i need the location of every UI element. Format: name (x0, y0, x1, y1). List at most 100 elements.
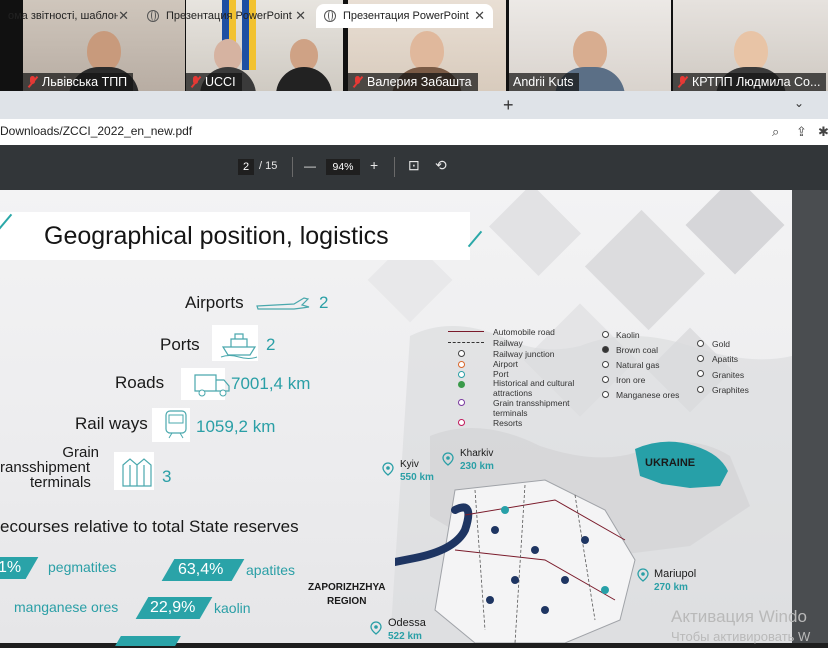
iron-ore-icon (602, 376, 609, 383)
manganese-ores-icon (602, 391, 609, 398)
resource-name: kaolin (214, 600, 251, 616)
participant-name-bar: Валерия Забашта (348, 73, 478, 91)
apatites-icon (697, 355, 704, 362)
legend-rail-line (448, 342, 484, 343)
resource-percent: 63,4% (178, 561, 224, 578)
stat-label-railways: Rail ways (75, 414, 148, 433)
fit-page-icon[interactable]: ⊡ (408, 157, 420, 174)
muted-mic-icon (677, 76, 688, 88)
tab-title: Презентация PowerPoint (166, 10, 292, 22)
stat-value-ports: 2 (266, 335, 276, 354)
region-label-line1: ZAPORIZHZHYA (308, 582, 386, 593)
url-text[interactable]: Downloads/ZCCI_2022_en_new.pdf (0, 124, 192, 138)
zoom-level[interactable]: 94% (326, 159, 360, 175)
browser-tab-strip (0, 91, 828, 119)
toolbar-divider (292, 157, 293, 177)
share-icon[interactable]: ⇪ (796, 124, 807, 140)
resources-caption: ecourses relative to total State reserve… (0, 517, 299, 536)
train-icon (160, 408, 192, 442)
participant-name-bar: Andrii Kuts (509, 73, 580, 91)
stat-label-grain-line1: Grain (62, 444, 99, 461)
region-label-line2: REGION (326, 596, 367, 607)
slide-title: Geographical position, logistics (44, 222, 389, 250)
zoom-search-icon[interactable]: ⌕ (772, 124, 779, 140)
legend-item: Airport (493, 359, 519, 369)
rotate-icon[interactable]: ⟲ (435, 157, 447, 174)
muted-mic-icon (27, 76, 38, 88)
city-distance: 522 km (388, 631, 422, 642)
address-bar[interactable]: Downloads/ZCCI_2022_en_new.pdf (0, 119, 828, 146)
stat-value-railways: 1059,2 km (196, 417, 276, 436)
participant-name-bar: Львівська ТПП (23, 73, 134, 91)
resource-name: apatites (246, 562, 296, 578)
legend-item: Iron ore (616, 375, 646, 385)
city-distance: 270 km (654, 582, 688, 593)
close-icon[interactable]: ✕ (295, 8, 306, 24)
kaolin-icon (602, 331, 609, 338)
tab-title: ома звітності, шаблони доку (8, 10, 119, 22)
legend-item: Natural gas (616, 360, 660, 370)
legend-item: Kaolin (616, 330, 640, 340)
muted-mic-icon (190, 76, 201, 88)
close-icon[interactable]: ✕ (118, 8, 129, 24)
resource-name: pegmatites (48, 559, 117, 575)
resort-icon (458, 419, 465, 426)
close-icon[interactable]: ✕ (474, 8, 485, 24)
toolbar-divider (394, 157, 395, 177)
legend-item: Resorts (493, 418, 523, 428)
zoom-out-icon[interactable]: — (304, 159, 316, 173)
page-total: / 15 (259, 160, 278, 172)
globe-icon (147, 10, 159, 22)
legend-item: Granites (712, 370, 745, 380)
activation-watermark-subtitle: Чтобы активировать W (671, 629, 811, 644)
legend-item: Railway junction (493, 349, 555, 359)
legend-road-line (448, 331, 484, 332)
truck-icon (192, 370, 232, 398)
grain-terminal-icon (458, 399, 465, 406)
resource-badge: 63,4% (161, 559, 245, 581)
region-label: ZAPORIZHZHYA REGION (308, 581, 385, 609)
airplane-icon (254, 290, 312, 318)
tab-title: Презентация PowerPoint (343, 10, 469, 22)
chevron-down-icon[interactable]: ⌄ (794, 96, 804, 110)
participant-name: Andrii Kuts (513, 75, 574, 89)
country-label: UKRAINE (645, 457, 696, 469)
extensions-icon[interactable]: ✱ (818, 124, 828, 140)
participant-name: КРТПП Людмила Со... (692, 75, 821, 89)
resource-badge (115, 636, 181, 646)
page-number-input[interactable]: 2 (238, 159, 254, 175)
participant-name: Валерия Забашта (367, 75, 472, 89)
stat-label-airports: Airports (185, 293, 244, 312)
location-pin-icon (382, 462, 394, 476)
participant-tile-4[interactable]: Andrii Kuts (509, 0, 671, 91)
legend-item: Gold (712, 339, 730, 349)
browser-tab-3[interactable]: Презентация PowerPoint ✕ (316, 4, 493, 28)
legend-item: Automobile road (493, 327, 555, 337)
resource-badge: 22,9% (135, 597, 213, 619)
region-map (391, 470, 645, 644)
location-pin-icon (370, 621, 382, 635)
participant-name: UCCI (205, 75, 236, 89)
railway-junction-icon (458, 350, 465, 357)
resource-name: manganese ores (14, 599, 119, 615)
city-distance: 230 km (460, 461, 494, 472)
brown-coal-icon (602, 346, 609, 353)
legend-item: Historical and cultural attractions (493, 378, 575, 398)
city-name: Mariupol (654, 568, 697, 580)
legend-item: Railway (493, 338, 523, 348)
natural-gas-icon (602, 361, 609, 368)
participant-tile-5[interactable]: КРТПП Людмила Со... (673, 0, 828, 91)
attraction-icon (458, 381, 465, 388)
city-distance: 550 km (400, 472, 434, 483)
stat-value-roads: 7001,4 km (231, 374, 311, 393)
new-tab-icon[interactable]: + (503, 95, 514, 116)
decor-shape (584, 209, 706, 331)
activation-watermark-title: Активация Windo (671, 607, 807, 626)
decor-shape (489, 190, 581, 276)
legend-item: Manganese ores (616, 390, 680, 400)
participant-name: Львівська ТПП (42, 75, 128, 89)
browser-tab-1[interactable]: ома звітності, шаблони доку ✕ (0, 4, 137, 28)
browser-tab-2[interactable]: Презентация PowerPoint ✕ (139, 4, 314, 28)
zoom-in-icon[interactable]: + (370, 157, 378, 173)
city-name: Odessa (388, 617, 426, 629)
